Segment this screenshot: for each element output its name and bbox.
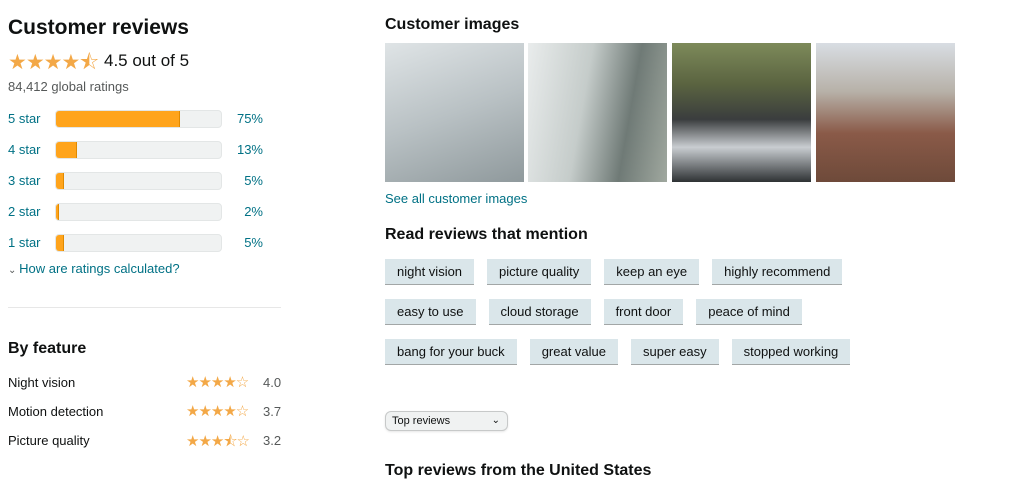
customer-image[interactable] — [385, 43, 524, 182]
see-all-images-link[interactable]: See all customer images — [385, 191, 527, 206]
feature-row: Night vision ★★★★☆ 4.0 — [8, 374, 288, 391]
mention-chip[interactable]: cloud storage — [488, 299, 591, 325]
feature-value: 3.7 — [263, 404, 282, 419]
customer-image[interactable] — [816, 43, 955, 182]
mentions-title: Read reviews that mention — [385, 226, 588, 243]
by-feature-title: By feature — [8, 340, 87, 357]
mention-chip[interactable]: stopped working — [731, 339, 851, 365]
feature-stars-icon: ★★★★☆ — [186, 403, 249, 420]
rating-bar-fill — [56, 142, 78, 158]
rating-bar-fill — [56, 111, 180, 127]
feature-stars-icon: ★★★⯪☆ — [186, 433, 250, 450]
percent[interactable]: 2% — [244, 204, 263, 219]
rating-bar-fill — [56, 204, 60, 220]
mention-chip[interactable]: super easy — [631, 339, 719, 365]
page-title: Customer reviews — [8, 16, 189, 39]
customer-image[interactable] — [672, 43, 811, 182]
sort-dropdown[interactable]: Top reviews ⌄ — [385, 411, 508, 431]
percent[interactable]: 5% — [244, 235, 263, 250]
rating-bar[interactable] — [55, 172, 222, 190]
mention-chip[interactable]: front door — [603, 299, 684, 325]
feature-value: 3.2 — [263, 433, 282, 448]
mention-chip-row: night vision picture quality keep an eye hi… — [385, 259, 843, 285]
mention-chip[interactable]: picture quality — [487, 259, 592, 285]
top-reviews-title: Top reviews from the United States — [385, 462, 652, 479]
rating-bar-fill — [56, 173, 65, 189]
rating-bar-fill — [56, 235, 65, 251]
mention-chip[interactable]: night vision — [385, 259, 475, 285]
mention-chip[interactable]: bang for your buck — [385, 339, 517, 365]
feature-name: Motion detection — [8, 404, 104, 419]
mention-chip[interactable]: highly recommend — [712, 259, 843, 285]
mention-chip[interactable]: keep an eye — [604, 259, 700, 285]
feature-row: Motion detection ★★★★☆ 3.7 — [8, 403, 288, 420]
chevron-down-icon: ⌄ — [491, 415, 500, 426]
percent[interactable]: 75% — [237, 111, 263, 126]
rating-bar[interactable] — [55, 203, 222, 221]
mention-chip[interactable]: peace of mind — [696, 299, 802, 325]
histogram-row-1-star[interactable]: 1 star 5% — [8, 233, 278, 253]
star-label[interactable]: 3 star — [8, 173, 41, 188]
histogram-row-3-star[interactable]: 3 star 5% — [8, 171, 278, 191]
feature-name: Picture quality — [8, 433, 90, 448]
rating-stars-icon: ★★★★⯪ — [8, 51, 99, 74]
histogram-row-5-star[interactable]: 5 star 75% — [8, 109, 278, 129]
percent[interactable]: 5% — [244, 173, 263, 188]
customer-image[interactable] — [528, 43, 667, 182]
mention-chip-row: easy to use cloud storage front door peace … — [385, 299, 802, 325]
rating-bar[interactable] — [55, 234, 222, 252]
star-label[interactable]: 4 star — [8, 142, 41, 157]
star-label[interactable]: 1 star — [8, 235, 41, 250]
mention-chip-row: bang for your buck great value super easy s… — [385, 339, 851, 365]
histogram-row-2-star[interactable]: 2 star 2% — [8, 202, 278, 222]
how-ratings-calculated-link[interactable]: ⌄ How are ratings calculated? — [8, 261, 180, 276]
percent[interactable]: 13% — [237, 142, 263, 157]
star-label[interactable]: 2 star — [8, 204, 41, 219]
customer-images-title: Customer images — [385, 16, 520, 33]
feature-stars-icon: ★★★★☆ — [186, 374, 249, 391]
mention-chip[interactable]: easy to use — [385, 299, 476, 325]
chevron-down-icon: ⌄ — [8, 265, 20, 276]
feature-row: Picture quality ★★★⯪☆ 3.2 — [8, 433, 288, 450]
feature-name: Night vision — [8, 375, 76, 390]
global-ratings: 84,412 global ratings — [8, 79, 129, 94]
mention-chip[interactable]: great value — [529, 339, 619, 365]
rating-bar[interactable] — [55, 141, 222, 159]
histogram-row-4-star[interactable]: 4 star 13% — [8, 140, 278, 160]
star-label[interactable]: 5 star — [8, 111, 41, 126]
divider — [8, 307, 281, 308]
rating-bar[interactable] — [55, 110, 222, 128]
rating-text: 4.5 out of 5 — [104, 51, 190, 70]
feature-value: 4.0 — [263, 375, 282, 390]
